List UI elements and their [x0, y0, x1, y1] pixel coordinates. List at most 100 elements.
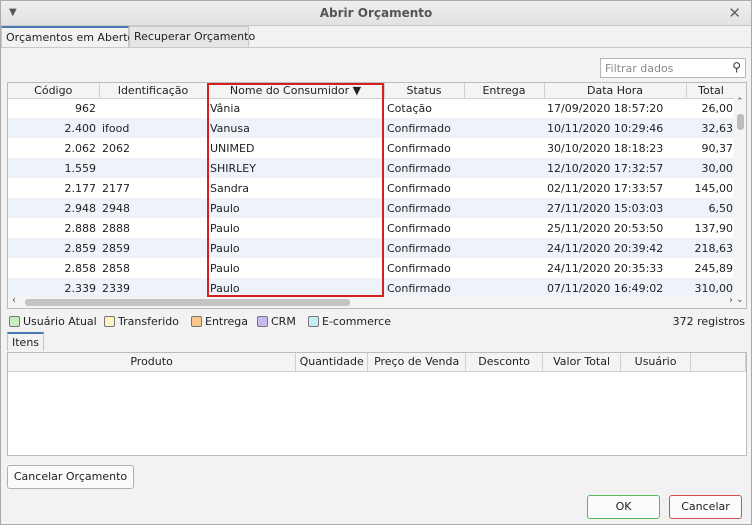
cell-status: Confirmado [384, 158, 464, 178]
cell-nome: Paulo [207, 218, 384, 238]
cell-data-hora: 30/10/2020 18:18:23 [544, 138, 686, 158]
legend-swatch [191, 316, 202, 327]
cell-entrega [464, 178, 544, 198]
cell-total: 26,00 [686, 98, 736, 118]
cancel-button[interactable]: Cancelar [669, 495, 742, 519]
cancel-budget-button[interactable]: Cancelar Orçamento [7, 465, 134, 489]
table-row[interactable]: 2.858 2858 Paulo Confirmado 24/11/2020 20:35… [8, 258, 736, 278]
tab-bar: Orçamentos em Aberto Recuperar Orçamento [1, 26, 751, 48]
filter-field[interactable]: ⚲ [600, 58, 746, 78]
window-title: Abrir Orçamento [319, 6, 433, 20]
scroll-up-icon[interactable]: ⌃ [736, 97, 744, 107]
table-row[interactable]: 2.948 2948 Paulo Confirmado 27/11/2020 15:03… [8, 198, 736, 218]
cell-nome: Paulo [207, 198, 384, 218]
tab-recuperar-orcamento[interactable]: Recuperar Orçamento [129, 26, 255, 47]
table-row[interactable]: 2.177 2177 Sandra Confirmado 02/11/2020 17:3… [8, 178, 736, 198]
cell-identificacao: 2062 [99, 138, 207, 158]
legend-swatch [308, 316, 319, 327]
legend-label: Transferido [118, 315, 179, 328]
ok-button[interactable]: OK [587, 495, 660, 519]
horizontal-scrollbar[interactable]: ‹ › [8, 295, 735, 308]
table-row[interactable]: 2.859 2859 Paulo Confirmado 24/11/2020 20:39… [8, 238, 736, 258]
column-header-data-hora[interactable]: Data Hora [544, 83, 687, 99]
cell-status: Confirmado [384, 258, 464, 278]
cell-codigo: 2.858 [8, 258, 99, 278]
column-header-empty [690, 353, 746, 372]
column-header-total[interactable]: Total [686, 83, 737, 99]
cell-entrega [464, 138, 544, 158]
table-row[interactable]: 962 Vânia Cotação 17/09/2020 18:57:20 26,00 [8, 98, 736, 118]
cell-identificacao: 2858 [99, 258, 207, 278]
cell-status: Confirmado [384, 278, 464, 298]
cell-nome: UNIMED [207, 138, 384, 158]
cell-data-hora: 10/11/2020 10:29:46 [544, 118, 686, 138]
column-header-desconto[interactable]: Desconto [465, 353, 544, 372]
legend-item-crm: CRM [257, 315, 296, 328]
scroll-left-icon[interactable]: ‹ [12, 295, 16, 306]
column-header-preco-venda[interactable]: Preço de Venda [367, 353, 467, 372]
cell-identificacao: 2339 [99, 278, 207, 298]
cell-total: 6,50 [686, 198, 736, 218]
close-icon[interactable]: ✕ [728, 4, 741, 22]
search-icon[interactable]: ⚲ [732, 60, 741, 74]
tab-itens[interactable]: Itens [7, 332, 45, 351]
column-header-produto[interactable]: Produto [8, 353, 297, 372]
legend-swatch [9, 316, 20, 327]
cell-data-hora: 17/09/2020 18:57:20 [544, 98, 686, 118]
cell-nome: SHIRLEY [207, 158, 384, 178]
legend-item-transferido: Transferido [104, 315, 179, 328]
cell-total: 30,00 [686, 158, 736, 178]
items-table: Produto Quantidade Preço de Venda Descon… [8, 353, 746, 372]
vertical-scrollbar[interactable]: ⌃ ⌄ [734, 83, 746, 308]
cell-codigo: 1.559 [8, 158, 99, 178]
cell-nome: Sandra [207, 178, 384, 198]
cell-entrega [464, 258, 544, 278]
record-count: 372 registros [672, 315, 745, 328]
legend-swatch [257, 316, 268, 327]
cell-codigo: 2.948 [8, 198, 99, 218]
cell-data-hora: 07/11/2020 16:49:02 [544, 278, 686, 298]
cell-total: 218,63 [686, 238, 736, 258]
horizontal-scroll-thumb[interactable] [25, 299, 350, 306]
table-row[interactable]: 2.888 2888 Paulo Confirmado 25/11/2020 20:53… [8, 218, 736, 238]
column-header-valor-total[interactable]: Valor Total [542, 353, 622, 372]
cell-entrega [464, 98, 544, 118]
column-header-quantidade[interactable]: Quantidade [295, 353, 369, 372]
table-row[interactable]: 1.559 SHIRLEY Confirmado 12/10/2020 17:32:5… [8, 158, 736, 178]
table-row[interactable]: 2.339 2339 Paulo Confirmado 07/11/2020 16:49… [8, 278, 736, 298]
cell-entrega [464, 278, 544, 298]
cell-nome: Paulo [207, 278, 384, 298]
cell-data-hora: 24/11/2020 20:39:42 [544, 238, 686, 258]
tab-orcamentos-em-aberto[interactable]: Orçamentos em Aberto [1, 26, 134, 47]
cell-identificacao: ifood [99, 118, 207, 138]
scroll-right-icon[interactable]: › [729, 295, 733, 306]
budgets-grid: Código Identificação Nome do Consumidor … [7, 82, 747, 309]
cell-status: Cotação [384, 98, 464, 118]
column-header-nome-consumidor[interactable]: Nome do Consumidor ▼ [207, 83, 385, 99]
legend-swatch [104, 316, 115, 327]
legend-item-entrega: Entrega [191, 315, 248, 328]
scroll-down-icon[interactable]: ⌄ [736, 295, 744, 305]
cell-data-hora: 27/11/2020 15:03:03 [544, 198, 686, 218]
cell-status: Confirmado [384, 238, 464, 258]
column-header-status[interactable]: Status [384, 83, 465, 99]
column-header-identificacao[interactable]: Identificação [99, 83, 208, 99]
cell-codigo: 962 [8, 98, 99, 118]
legend-label: Entrega [205, 315, 249, 328]
cell-identificacao [99, 158, 207, 178]
legend-item-usuario-atual: Usuário Atual [9, 315, 97, 328]
budgets-table: Código Identificação Nome do Consumidor … [8, 83, 737, 298]
cell-entrega [464, 198, 544, 218]
filter-input[interactable] [601, 59, 721, 77]
table-row[interactable]: 2.062 2062 UNIMED Confirmado 30/10/2020 18:1… [8, 138, 736, 158]
column-header-usuario[interactable]: Usuário [620, 353, 692, 372]
column-header-entrega[interactable]: Entrega [464, 83, 545, 99]
cell-total: 145,00 [686, 178, 736, 198]
table-row[interactable]: 2.400 ifood Vanusa Confirmado 10/11/2020 10:… [8, 118, 736, 138]
cell-identificacao: 2948 [99, 198, 207, 218]
vertical-scroll-thumb[interactable] [737, 114, 744, 130]
column-header-codigo[interactable]: Código [8, 83, 100, 99]
cell-status: Confirmado [384, 138, 464, 158]
title-bar: ▼ Abrir Orçamento ✕ [1, 1, 751, 26]
cell-entrega [464, 218, 544, 238]
